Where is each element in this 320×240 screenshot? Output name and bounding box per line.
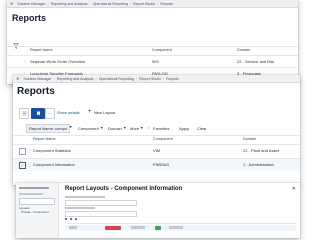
layouts-sidebar: Layouts Private › Component — [16, 183, 59, 238]
breadcrumb-item[interactable]: Reporting and Analysis — [57, 77, 94, 81]
cell-placeholder — [131, 226, 145, 229]
sidebar-search-input[interactable] — [19, 198, 55, 205]
breadcrumb-item[interactable]: Report Studio — [139, 77, 161, 81]
layout-name-input[interactable] — [65, 200, 137, 206]
breadcrumb-item[interactable]: Solution Manager — [23, 77, 51, 81]
close-icon[interactable]: ✕ — [10, 1, 13, 6]
row-menu-icon[interactable]: ⋮ — [28, 162, 32, 167]
chevron-down-icon: ▼ — [140, 126, 144, 130]
sidebar-item-label: Private — [21, 210, 31, 214]
sidebar-item-label: Component — [33, 210, 49, 214]
column-header-component[interactable]: Component — [153, 137, 173, 141]
row-menu-icon[interactable]: ⋮ — [23, 59, 27, 64]
table-header: Report Name Component Domain — [7, 46, 298, 54]
column-header-component[interactable]: Component — [152, 48, 172, 52]
clear-button[interactable]: Clear — [197, 126, 207, 131]
breadcrumb-item[interactable]: Operational Reporting — [99, 77, 134, 81]
back-reports-window: ✕ Solution Manager › Reporting and Analys… — [7, 0, 298, 84]
row-menu-icon[interactable]: ⋮ — [28, 148, 32, 153]
cell-placeholder — [69, 226, 77, 229]
table-row[interactable]: ⋮ Component Statistics VIM 22 - Plant an… — [13, 144, 300, 157]
breadcrumb-item[interactable]: Operational Reporting — [93, 2, 128, 6]
domain-filter[interactable]: Domain — [108, 126, 122, 131]
toolbar-dot[interactable] — [75, 218, 77, 220]
breadcrumb-item[interactable]: Solution Manager — [17, 2, 45, 6]
close-icon[interactable]: ✕ — [292, 186, 296, 192]
new-layout-button[interactable]: New Layout — [94, 110, 115, 115]
column-header-domain[interactable]: Domain — [237, 48, 250, 52]
component-cell: WO — [152, 59, 159, 64]
breadcrumb: ✕ Solution Manager › Reporting and Analys… — [7, 0, 298, 8]
report-name-cell[interactable]: Component Information — [33, 162, 75, 167]
table-row-selected[interactable] — [65, 225, 296, 231]
page-title: Reports — [12, 13, 47, 23]
layout-description-input[interactable] — [65, 211, 137, 217]
row-checkbox-checked[interactable]: ✓ — [19, 162, 26, 169]
table-row-selected[interactable]: ✓ ⋮ Component Information FNBSAS 1 - Adm… — [13, 158, 300, 171]
form-label-placeholder — [65, 207, 95, 209]
breadcrumb-item: Reports — [160, 1, 173, 6]
favorites-filter[interactable]: Favorites — [153, 126, 169, 131]
component-cell: VIM — [153, 148, 161, 153]
new-layout-icon: + — [88, 109, 92, 115]
bookmark-icon — [36, 111, 40, 116]
more-filters-button[interactable]: More — [130, 126, 139, 131]
dialog-title: Report Layouts - Component Information — [65, 186, 183, 192]
list-view-button[interactable] — [19, 108, 29, 119]
chevron-down-icon: ▼ — [100, 126, 104, 130]
reports-window: ✕ Solution Manager › Reporting and Analys… — [13, 75, 300, 185]
column-header-domain[interactable]: Domain — [243, 137, 256, 141]
page-title: Reports — [17, 86, 55, 97]
apply-button[interactable]: Apply — [179, 126, 189, 131]
star-icon: ☆ — [147, 125, 151, 130]
close-icon[interactable]: ✕ — [16, 76, 19, 81]
component-filter[interactable]: Component — [78, 126, 99, 131]
column-header-report-name[interactable]: Report Name — [30, 48, 53, 52]
sidebar-item-private[interactable]: Private › Component — [21, 210, 49, 214]
more-options-button[interactable]: ⋯ — [45, 108, 55, 119]
component-cell: FNBSAS — [153, 162, 170, 167]
toolbar-dot[interactable] — [65, 218, 67, 220]
row-checkbox[interactable] — [19, 148, 26, 155]
cell-placeholder — [169, 226, 183, 229]
domain-cell: 22 - Service and Mai — [237, 59, 274, 64]
status-badge-green — [155, 226, 161, 230]
show-details-toggle[interactable]: Show details — [57, 110, 80, 115]
breadcrumb-item[interactable]: Report Studio — [133, 2, 155, 6]
status-badge-red — [105, 226, 121, 230]
sidebar-header-bar — [19, 187, 49, 189]
bookmark-button[interactable] — [31, 108, 45, 119]
toolbar-dot[interactable] — [70, 218, 72, 220]
breadcrumb-item: Reports — [166, 76, 179, 81]
domain-cell: 1 - Administration — [243, 162, 274, 167]
report-name-cell[interactable]: Seqmaxi Work Order Overview — [30, 59, 85, 64]
breadcrumb: ✕ Solution Manager › Reporting and Analys… — [13, 75, 300, 83]
report-name-filter[interactable]: Report Name: compo — [26, 124, 71, 133]
column-header-report-name[interactable]: Report Name — [33, 137, 56, 141]
list-icon — [22, 111, 26, 116]
breadcrumb-item[interactable]: Reporting and Analysis — [51, 2, 88, 6]
domain-cell: 22 - Plant and Asset — [243, 148, 279, 153]
table-header: Report Name Component Domain — [13, 135, 300, 143]
chevron-down-icon: ▼ — [123, 126, 127, 130]
chevron-down-icon: ▼ — [69, 125, 73, 129]
table-row[interactable]: ⋮ Seqmaxi Work Order Overview WO 22 - Se… — [7, 55, 298, 67]
form-label-placeholder — [65, 196, 105, 198]
report-layouts-dialog: Layouts Private › Component Report Layou… — [16, 183, 300, 238]
sidebar-placeholder — [19, 193, 43, 195]
report-name-cell[interactable]: Component Statistics — [33, 148, 71, 153]
ellipsis-icon: ⋯ — [48, 111, 52, 116]
